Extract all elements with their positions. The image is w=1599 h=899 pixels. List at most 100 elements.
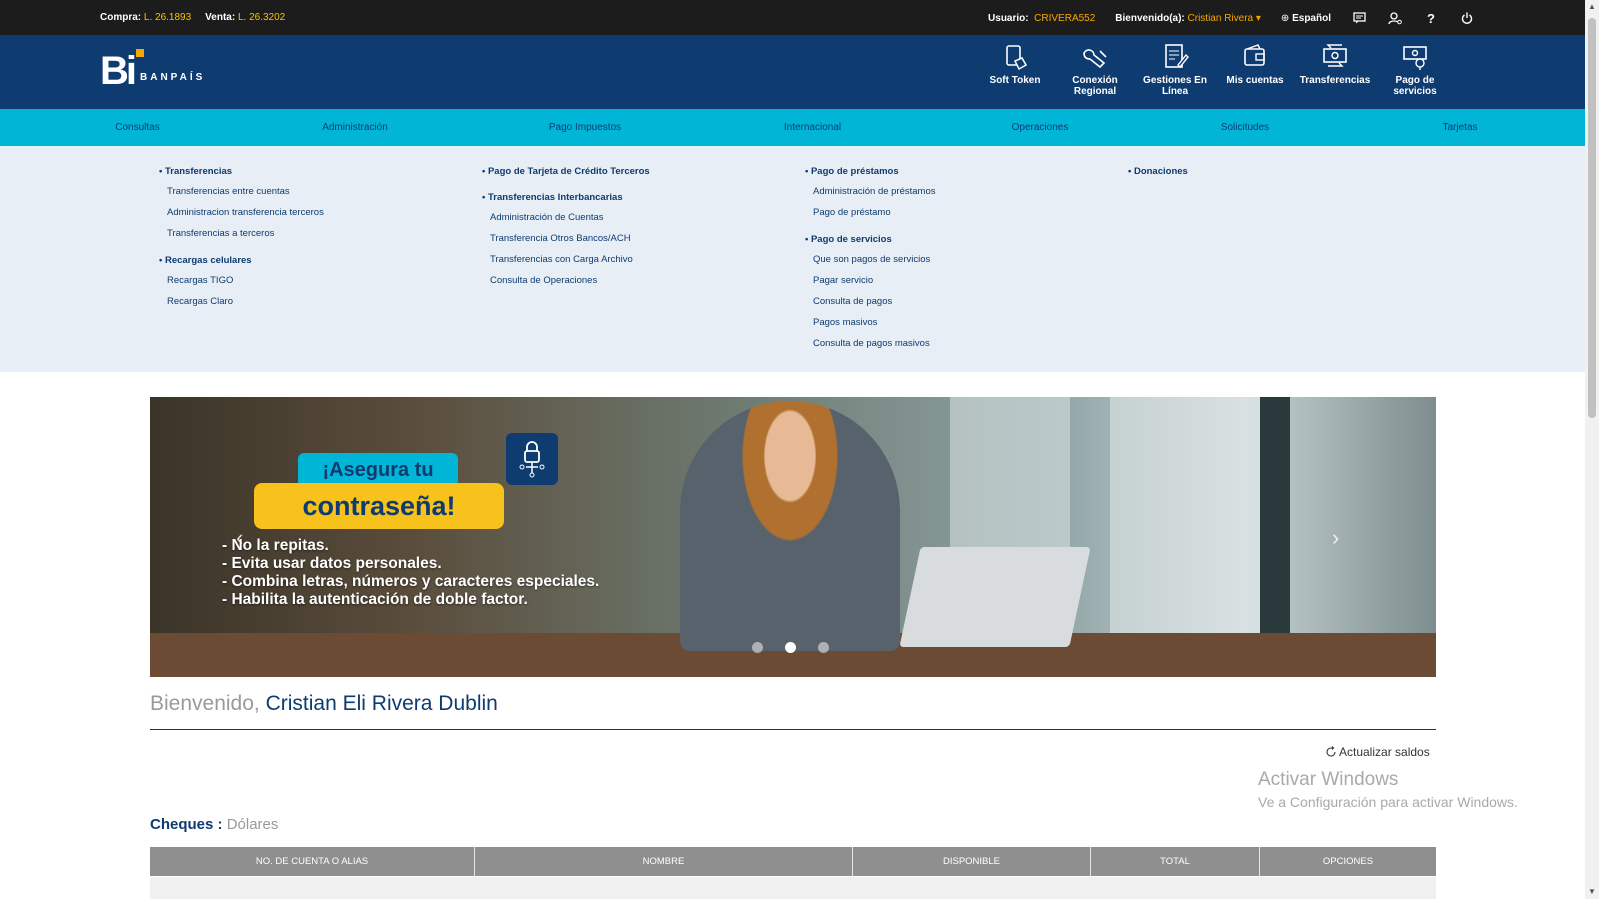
top-bar: Compra: L. 26.1893 Venta: L. 26.3202 Usu…: [0, 0, 1585, 35]
watermark-subtitle: Ve a Configuración para activar Windows.: [1258, 794, 1518, 810]
user-tools: Usuario: CRIVERA552 Bienvenido(a): Crist…: [988, 11, 1475, 26]
nav-solicitudes[interactable]: Solicitudes: [1130, 109, 1360, 146]
menu-column-4: Donaciones: [1128, 166, 1188, 186]
banner-person-image: [680, 401, 900, 651]
quick-transferencias[interactable]: Transferencias: [1295, 43, 1375, 97]
usuario-value: CRIVERA552: [1034, 12, 1096, 24]
compra-rate: Compra: L. 26.1893: [100, 12, 191, 23]
carousel-dot[interactable]: [752, 642, 763, 653]
menu-column-3: Pago de préstamos Administración de prés…: [805, 166, 936, 359]
menu-link[interactable]: Transferencias a terceros: [159, 228, 324, 239]
compra-value: L. 26.1893: [143, 12, 192, 23]
windows-activation-watermark: Activar Windows Ve a Configuración para …: [1258, 769, 1518, 810]
operaciones-menu: Transferencias Transferencias entre cuen…: [0, 146, 1585, 372]
banner-tip: - Habilita la autenticación de doble fac…: [222, 591, 528, 608]
power-icon[interactable]: [1459, 11, 1475, 25]
menu-heading[interactable]: Pago de servicios: [805, 234, 936, 245]
brand-name: BANPAÍS: [140, 72, 206, 83]
venta-rate: Venta: L. 26.3202: [205, 12, 285, 23]
logo-mark: Bi: [100, 49, 144, 91]
banner-headline-1: ¡Asegura tu: [298, 453, 458, 487]
quick-label: Gestiones En Línea: [1143, 75, 1207, 97]
col-header-available[interactable]: DISPONIBLE: [853, 847, 1091, 876]
col-header-total[interactable]: TOTAL: [1091, 847, 1260, 876]
scroll-up-icon[interactable]: ▲: [1588, 2, 1596, 11]
menu-link[interactable]: Pagos masivos: [805, 317, 936, 328]
carousel-prev-icon[interactable]: ‹: [236, 525, 243, 551]
exchange-rates: Compra: L. 26.1893 Venta: L. 26.3202: [100, 12, 285, 23]
menu-column-2: Pago de Tarjeta de Crédito Terceros Tran…: [482, 166, 650, 296]
quick-gestiones-en-linea[interactable]: Gestiones En Línea: [1135, 43, 1215, 97]
menu-link[interactable]: Transferencias entre cuentas: [159, 186, 324, 197]
menu-link[interactable]: Consulta de Operaciones: [482, 275, 650, 286]
bienvenido-value: Cristian Rivera: [1187, 12, 1254, 24]
quick-mis-cuentas[interactable]: Mis cuentas: [1215, 43, 1295, 97]
nav-tarjetas[interactable]: Tarjetas: [1370, 109, 1550, 146]
menu-link[interactable]: Administración de Cuentas: [482, 212, 650, 223]
accounts-table-header: NO. DE CUENTA O ALIAS NOMBRE DISPONIBLE …: [150, 847, 1436, 876]
banner-headline-2: contraseña!: [254, 483, 504, 529]
menu-heading[interactable]: Pago de Tarjeta de Crédito Terceros: [482, 166, 650, 177]
col-header-name[interactable]: NOMBRE: [475, 847, 853, 876]
scroll-down-icon[interactable]: ▼: [1588, 887, 1596, 896]
quick-pago-de-servicios[interactable]: Pago de servicios: [1375, 43, 1455, 97]
menu-heading[interactable]: Donaciones: [1128, 166, 1188, 177]
menu-link[interactable]: Transferencia Otros Bancos/ACH: [482, 233, 650, 244]
section-title: Cheques :: [150, 816, 223, 833]
user-menu[interactable]: Bienvenido(a): Cristian Rivera ▾: [1115, 13, 1261, 24]
menu-link[interactable]: Consulta de pagos masivos: [805, 338, 936, 349]
refresh-icon: [1326, 746, 1336, 757]
col-header-account[interactable]: NO. DE CUENTA O ALIAS: [150, 847, 475, 876]
language-selector[interactable]: ⊕ Español: [1281, 13, 1331, 24]
messages-icon[interactable]: [1351, 11, 1367, 25]
nav-administracion[interactable]: Administración: [275, 109, 435, 146]
menu-heading[interactable]: Transferencias Interbancarias: [482, 192, 650, 203]
menu-link[interactable]: Administración de préstamos: [805, 186, 936, 197]
col-header-options[interactable]: OPCIONES: [1260, 847, 1436, 876]
refresh-balances-button[interactable]: Actualizar saldos: [1325, 745, 1430, 759]
nav-consultas[interactable]: Consultas: [0, 109, 275, 146]
quick-soft-token[interactable]: Soft Token: [975, 43, 1055, 97]
carousel-dot[interactable]: [818, 642, 829, 653]
menu-link[interactable]: Pago de préstamo: [805, 207, 936, 218]
scrollbar-thumb[interactable]: [1588, 18, 1596, 418]
document-edit-icon: [1165, 44, 1189, 69]
menu-heading[interactable]: Transferencias: [159, 166, 324, 177]
chevron-down-icon: ▾: [1253, 12, 1261, 24]
carousel-next-icon[interactable]: ›: [1332, 525, 1339, 551]
menu-link[interactable]: Recargas Claro: [159, 296, 324, 307]
logo-dot: [136, 49, 144, 57]
quick-conexion-regional[interactable]: Conexión Regional: [1055, 43, 1135, 97]
menu-link[interactable]: Que son pagos de servicios: [805, 254, 936, 265]
welcome-user-name: Cristian Eli Rivera Dublin: [265, 692, 498, 715]
language-label: Español: [1292, 12, 1331, 24]
venta-value: L. 26.3202: [237, 12, 286, 23]
banpais-logo[interactable]: Bi BANPAÍS: [100, 49, 206, 91]
quick-label: Mis cuentas: [1226, 75, 1284, 86]
user-info: Usuario: CRIVERA552: [988, 13, 1095, 24]
nav-operaciones[interactable]: Operaciones: [990, 109, 1090, 146]
nav-internacional[interactable]: Internacional: [735, 109, 890, 146]
banner-tips: - No la repitas. - Evita usar datos pers…: [222, 537, 599, 609]
help-icon[interactable]: ?: [1423, 11, 1439, 26]
menu-link[interactable]: Transferencias con Carga Archivo: [482, 254, 650, 265]
menu-heading[interactable]: Pago de préstamos: [805, 166, 936, 177]
menu-heading[interactable]: Recargas celulares: [159, 255, 324, 266]
menu-link[interactable]: Pagar servicio: [805, 275, 936, 286]
quick-label: Soft Token: [989, 75, 1041, 86]
usuario-label: Usuario:: [988, 12, 1029, 24]
cheques-section-title: Cheques : Dólares: [150, 816, 278, 833]
menu-link[interactable]: Consulta de pagos: [805, 296, 936, 307]
main-nav: Consultas Administración Pago Impuestos …: [0, 109, 1585, 146]
compra-label: Compra:: [100, 12, 142, 23]
table-row[interactable]: [150, 877, 1436, 899]
carousel-indicators: [752, 642, 829, 653]
money-transfer-icon: [1323, 44, 1347, 67]
nav-pago-impuestos[interactable]: Pago Impuestos: [435, 109, 735, 146]
carousel-dot-active[interactable]: [785, 642, 796, 653]
menu-link[interactable]: Recargas TIGO: [159, 275, 324, 286]
phone-touch-icon: [1006, 45, 1028, 71]
menu-link[interactable]: Administracion transferencia terceros: [159, 207, 324, 218]
user-settings-icon[interactable]: [1387, 11, 1403, 25]
page-scrollbar[interactable]: ▲ ▼: [1585, 0, 1599, 899]
